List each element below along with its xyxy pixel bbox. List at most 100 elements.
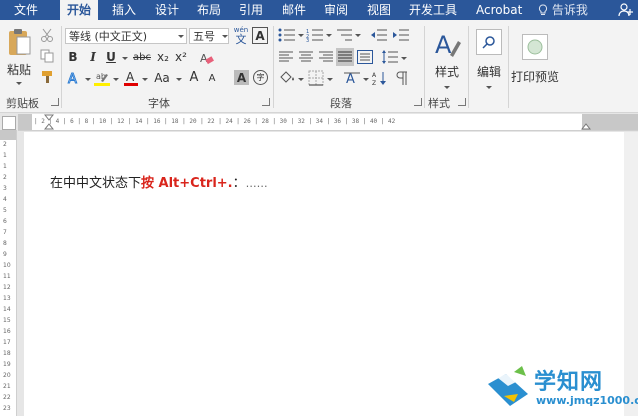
shrink-font-button[interactable]: A	[206, 71, 218, 85]
increase-indent-icon[interactable]	[392, 28, 410, 42]
change-case-chevron-icon[interactable]	[176, 78, 182, 81]
right-indent-marker-icon[interactable]	[581, 120, 591, 130]
font-color-icon[interactable]: A	[123, 69, 139, 87]
strikethrough-button[interactable]: abc	[131, 49, 153, 65]
document-text-line[interactable]: 在中中文状态下按 Alt+Ctrl+.：……	[50, 172, 268, 191]
asian-layout-chevron-icon[interactable]	[363, 78, 369, 81]
copy-icon[interactable]	[40, 49, 54, 63]
tab-selector[interactable]	[2, 116, 16, 130]
bold-button[interactable]: B	[66, 49, 80, 65]
vruler-mark: 4	[3, 196, 7, 203]
font-size-chevron-icon[interactable]	[222, 35, 228, 38]
chevron-down-icon	[16, 82, 22, 85]
font-group-label: 字体	[148, 97, 170, 110]
ribbon-home: 粘贴 剪贴板 等线 (中文正文) 五号 wén 文 A B I U abc x₂…	[0, 20, 638, 113]
text-effects-icon[interactable]: A	[66, 70, 82, 87]
print-preview-icon-frame	[522, 33, 548, 60]
char-shading-button[interactable]: A	[234, 70, 249, 85]
group-separator	[424, 26, 425, 108]
paste-button[interactable]: 粘贴	[4, 26, 34, 86]
vruler-mark: 9	[3, 251, 7, 258]
underline-chevron-icon[interactable]	[122, 57, 128, 60]
text-effects-chevron-icon[interactable]	[85, 78, 91, 81]
shading-bucket-icon[interactable]	[278, 70, 296, 86]
clear-formatting-icon[interactable]: A	[198, 50, 214, 66]
tab-home[interactable]: 开始	[60, 0, 99, 20]
vruler-mark: 13	[3, 295, 11, 302]
bullets-icon[interactable]	[278, 28, 296, 42]
share-person-icon[interactable]	[618, 2, 634, 18]
svg-text:A: A	[200, 52, 208, 65]
line-spacing-chevron-icon[interactable]	[401, 57, 407, 60]
font-color-chevron-icon[interactable]	[142, 78, 148, 81]
sort-icon[interactable]: AZ	[372, 70, 388, 86]
tab-file[interactable]: 文件	[14, 0, 38, 20]
font-name-chevron-icon[interactable]	[178, 35, 184, 38]
enclose-char-button[interactable]: 字	[253, 70, 268, 85]
vruler-mark: 23	[3, 405, 11, 412]
tab-review[interactable]: 审阅	[324, 0, 348, 20]
change-case-button[interactable]: Aa	[150, 70, 174, 86]
tab-mailings[interactable]: 邮件	[282, 0, 306, 20]
numbering-icon[interactable]: 123	[306, 28, 324, 42]
multilevel-chevron-icon[interactable]	[355, 34, 361, 37]
tab-view[interactable]: 视图	[367, 0, 391, 20]
decrease-indent-icon[interactable]	[370, 28, 388, 42]
phonetic-guide-button[interactable]: wén 文	[232, 25, 250, 45]
align-right-icon[interactable]	[318, 50, 334, 64]
vruler-mark: 2	[3, 141, 7, 148]
vruler-mark: 8	[3, 240, 7, 247]
svg-text:A: A	[372, 72, 377, 79]
clipboard-launcher[interactable]	[51, 98, 59, 106]
tab-layout[interactable]: 布局	[197, 0, 221, 20]
align-justify-icon	[338, 51, 352, 62]
superscript-button[interactable]: x²	[173, 49, 189, 65]
grow-font-button[interactable]: A	[187, 69, 201, 85]
font-name-combo[interactable]: 等线 (中文正文)	[65, 28, 187, 44]
first-line-indent-marker-icon[interactable]	[44, 114, 54, 130]
subscript-button[interactable]: x₂	[155, 49, 171, 65]
tab-acrobat[interactable]: Acrobat	[476, 0, 522, 20]
show-marks-icon[interactable]	[394, 70, 408, 86]
vruler-mark: 16	[3, 328, 11, 335]
tab-developer[interactable]: 开发工具	[409, 0, 457, 20]
numbering-chevron-icon[interactable]	[326, 34, 332, 37]
tell-me-label: 告诉我	[551, 3, 588, 17]
shading-chevron-icon[interactable]	[298, 78, 304, 81]
styles-button[interactable]: A 样式	[428, 26, 466, 92]
italic-button[interactable]: I	[86, 49, 100, 65]
borders-icon[interactable]	[308, 70, 324, 86]
font-launcher[interactable]	[262, 98, 270, 106]
tab-design[interactable]: 设计	[155, 0, 179, 20]
svg-text:A: A	[68, 72, 77, 86]
line-spacing-icon[interactable]	[381, 49, 399, 65]
tell-me-box[interactable]: 告诉我	[538, 0, 588, 20]
editing-button[interactable]: 编辑	[472, 26, 506, 92]
bullets-chevron-icon[interactable]	[298, 34, 304, 37]
print-preview-button[interactable]: 打印预览	[510, 26, 560, 92]
group-separator	[273, 26, 274, 108]
tab-insert[interactable]: 插入	[112, 0, 136, 20]
editing-label: 编辑	[476, 65, 501, 79]
clipboard-paste-icon	[9, 29, 31, 55]
vertical-ruler[interactable]: 2 1 1 2 3 4 5 6 7 8 9 10 11 12 13 14 15 16 17 18 19 20 21 22 23	[0, 130, 17, 416]
tab-references[interactable]: 引用	[239, 0, 263, 20]
highlight-color-icon[interactable]: ab	[93, 69, 111, 87]
justify-button[interactable]	[336, 48, 354, 66]
horizontal-ruler[interactable]: | 2 | 4 | 6 | 8 | 10 | 12 | 14 | 16 | 18…	[18, 114, 638, 131]
asian-layout-icon[interactable]: A	[343, 69, 361, 87]
styles-label: 样式	[434, 65, 459, 79]
borders-chevron-icon[interactable]	[327, 78, 333, 81]
doc-ellipsis: ……	[245, 177, 268, 190]
format-painter-icon[interactable]	[40, 70, 54, 84]
paragraph-launcher[interactable]	[414, 98, 422, 106]
cut-icon[interactable]	[40, 28, 54, 42]
char-border-button[interactable]: A	[252, 27, 268, 44]
align-center-icon[interactable]	[298, 50, 314, 64]
styles-launcher[interactable]	[458, 98, 466, 106]
align-left-icon[interactable]	[278, 50, 294, 64]
distributed-icon[interactable]	[357, 50, 373, 64]
multilevel-list-icon[interactable]	[335, 28, 353, 42]
underline-button[interactable]: U	[104, 49, 118, 65]
highlight-chevron-icon[interactable]	[113, 78, 119, 81]
